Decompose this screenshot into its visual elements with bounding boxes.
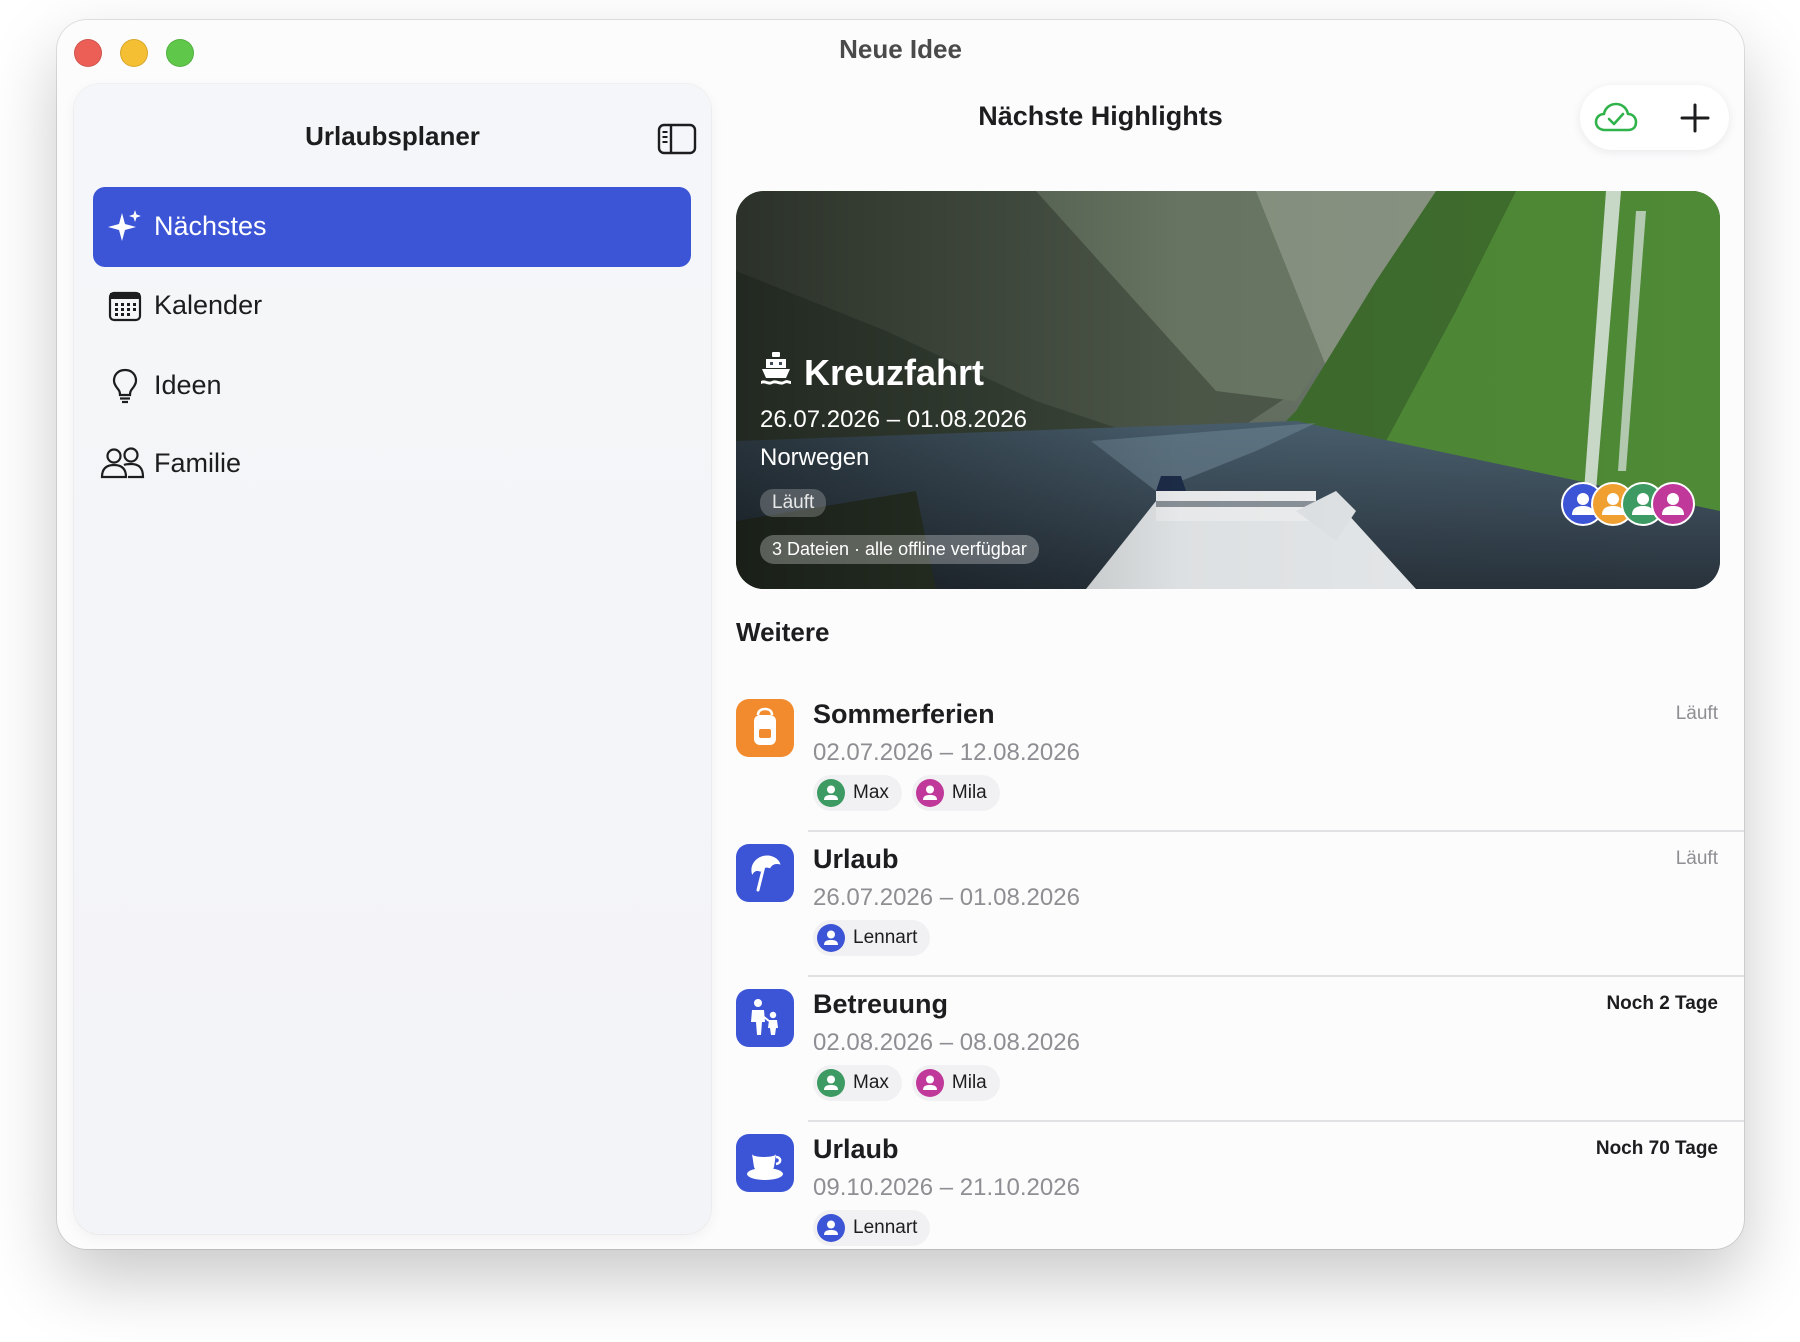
person-icon bbox=[817, 1069, 845, 1097]
sidebar-item-naechstes[interactable]: Nächstes bbox=[93, 187, 691, 267]
person-name: Lennart bbox=[853, 927, 918, 948]
highlight-place: Norwegen bbox=[760, 444, 870, 471]
person-icon bbox=[817, 779, 845, 807]
sidebar: Urlaubsplaner Nächstes Kalender Ideen Fa… bbox=[74, 84, 711, 1234]
cup-icon bbox=[736, 1134, 794, 1192]
sidebar-item-familie[interactable]: Familie bbox=[93, 424, 691, 504]
toolbar-group bbox=[1580, 85, 1729, 150]
sidebar-toggle-icon[interactable] bbox=[657, 123, 697, 155]
person-icon bbox=[817, 924, 845, 952]
people-icon bbox=[99, 444, 147, 484]
row-title: Betreuung bbox=[813, 989, 948, 1019]
beach-umbrella-icon bbox=[736, 844, 794, 902]
row-title: Urlaub bbox=[813, 1134, 899, 1164]
list-item[interactable]: Urlaub 26.07.2026 – 01.08.2026 Läuft Len… bbox=[736, 832, 1744, 977]
person-name: Max bbox=[853, 782, 889, 803]
person-chip[interactable]: Mila bbox=[911, 775, 1000, 811]
row-title: Urlaub bbox=[813, 844, 899, 874]
row-dates: 26.07.2026 – 01.08.2026 bbox=[813, 884, 1080, 911]
person-chip[interactable]: Max bbox=[813, 1065, 902, 1101]
page-title: Nächste Highlights bbox=[978, 101, 1223, 131]
person-chip[interactable]: Lennart bbox=[813, 1210, 931, 1246]
plus-icon[interactable] bbox=[1674, 97, 1716, 139]
sidebar-title: Urlaubsplaner bbox=[305, 121, 480, 151]
sidebar-item-label: Nächstes bbox=[154, 211, 267, 241]
cloud-check-icon[interactable] bbox=[1593, 97, 1639, 139]
avatar bbox=[1651, 482, 1695, 526]
row-status: Läuft bbox=[1675, 848, 1718, 869]
section-label: Weitere bbox=[736, 617, 830, 647]
list-item[interactable]: Urlaub 09.10.2026 – 21.10.2026 Noch 70 T… bbox=[736, 1122, 1744, 1249]
person-icon bbox=[915, 779, 944, 807]
row-status: Noch 2 Tage bbox=[1606, 993, 1718, 1014]
row-dates: 02.08.2026 – 08.08.2026 bbox=[813, 1029, 1080, 1056]
sidebar-item-label: Kalender bbox=[154, 290, 263, 320]
sparkles-icon bbox=[105, 207, 145, 247]
person-name: Lennart bbox=[853, 1217, 918, 1238]
list-item[interactable]: Sommerferien 02.07.2026 – 12.08.2026 Läu… bbox=[736, 687, 1744, 832]
person-icon bbox=[817, 1214, 845, 1242]
app-window: Neue Idee Urlaubsplaner Nächstes Kalende… bbox=[57, 20, 1744, 1249]
sidebar-item-label: Ideen bbox=[154, 370, 222, 400]
parent-child-icon bbox=[736, 989, 794, 1047]
calendar-icon bbox=[105, 286, 145, 326]
highlight-card[interactable]: Kreuzfahrt 26.07.2026 – 01.08.2026 Norwe… bbox=[736, 191, 1720, 589]
person-name: Mila bbox=[951, 1072, 987, 1093]
row-dates: 02.07.2026 – 12.08.2026 bbox=[813, 739, 1080, 766]
files-badge: 3 Dateien · alle offline verfügbar bbox=[760, 535, 1039, 564]
participant-chips: Max Mila bbox=[813, 1065, 1000, 1101]
row-status: Noch 70 Tage bbox=[1595, 1138, 1718, 1159]
person-name: Mila bbox=[951, 782, 987, 803]
participant-chips: Max Mila bbox=[813, 775, 1000, 811]
sidebar-item-kalender[interactable]: Kalender bbox=[93, 266, 691, 346]
participant-avatars[interactable] bbox=[1561, 482, 1695, 526]
person-chip[interactable]: Mila bbox=[911, 1065, 1000, 1101]
highlight-dates: 26.07.2026 – 01.08.2026 bbox=[760, 406, 1027, 433]
participant-chips: Lennart bbox=[813, 1210, 931, 1246]
person-icon bbox=[915, 1069, 944, 1097]
lightbulb-icon bbox=[105, 366, 145, 406]
row-status: Läuft bbox=[1675, 703, 1718, 724]
person-chip[interactable]: Max bbox=[813, 775, 902, 811]
highlight-title-text: Kreuzfahrt bbox=[804, 351, 985, 393]
status-badge: Läuft bbox=[760, 489, 827, 517]
sidebar-item-ideen[interactable]: Ideen bbox=[93, 346, 691, 426]
participant-chips: Lennart bbox=[813, 920, 931, 956]
list-item[interactable]: Betreuung 02.08.2026 – 08.08.2026 Noch 2… bbox=[736, 977, 1744, 1122]
sidebar-item-label: Familie bbox=[154, 448, 242, 478]
person-name: Max bbox=[853, 1072, 889, 1093]
row-title: Sommerferien bbox=[813, 699, 995, 729]
backpack-icon bbox=[736, 699, 794, 757]
window-title: Neue Idee bbox=[839, 34, 962, 64]
row-dates: 09.10.2026 – 21.10.2026 bbox=[813, 1174, 1080, 1201]
highlight-title: Kreuzfahrt bbox=[760, 351, 984, 394]
ship-icon bbox=[760, 351, 792, 394]
person-chip[interactable]: Lennart bbox=[813, 920, 931, 956]
